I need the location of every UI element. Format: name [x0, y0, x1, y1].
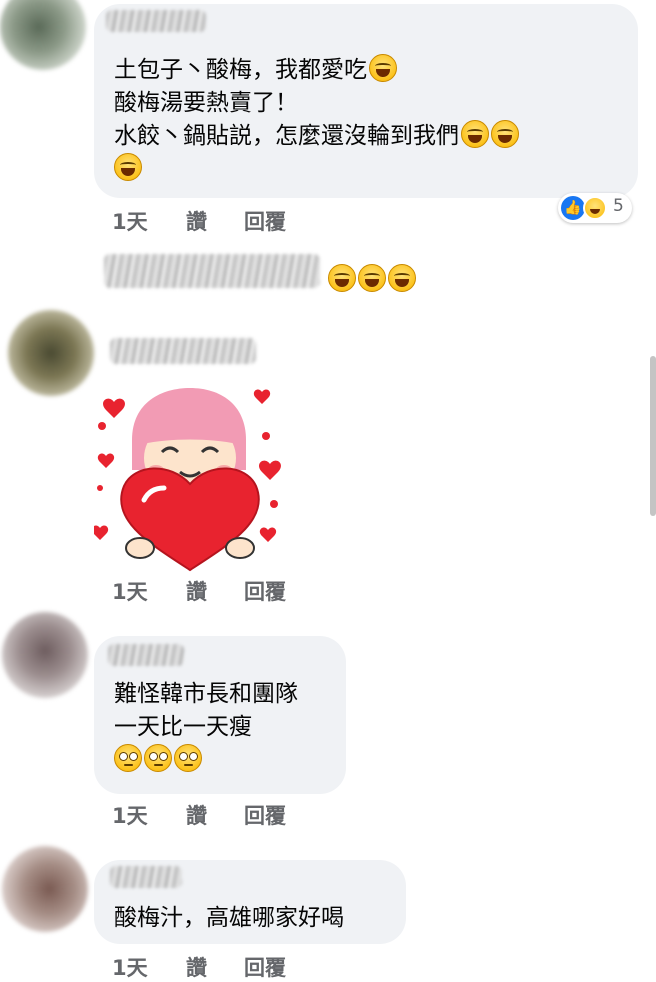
like-button[interactable]: 讚 [186, 952, 207, 982]
face-with-tears-of-joy-icon [369, 54, 397, 82]
comment-line: 一天比一天瘦 [114, 714, 252, 740]
like-icon: 👍 [561, 196, 585, 220]
comment-line [114, 153, 519, 186]
face-with-rolling-eyes-icon [114, 744, 142, 772]
comment-text: 土包子丶酸梅，我都愛吃 酸梅湯要熱賣了！ 水餃丶鍋貼説，怎麼還沒輪到我們 [114, 54, 519, 186]
reply-button[interactable]: 回覆 [244, 800, 286, 830]
face-with-tears-of-joy-icon [114, 153, 142, 181]
commenter-name-redacted[interactable] [110, 338, 256, 364]
comment-line: 難怪韓市長和團隊 [114, 681, 298, 707]
comment-line: 酸梅湯要熱賣了！ [114, 90, 298, 116]
avatar[interactable] [0, 0, 86, 70]
commenter-name-redacted[interactable] [106, 10, 206, 32]
comment-line: 水餃丶鍋貼説，怎麼還沒輪到我們 [114, 120, 519, 153]
comment-bubble: 酸梅汁，高雄哪家好喝 [94, 860, 406, 944]
comment-time[interactable]: 1天 [112, 576, 148, 606]
face-with-tears-of-joy-icon [358, 264, 386, 292]
avatar[interactable] [8, 310, 94, 396]
like-button[interactable]: 讚 [186, 576, 207, 606]
reaction-summary[interactable]: 👍 5 [558, 193, 632, 223]
face-with-rolling-eyes-icon [144, 744, 172, 772]
face-with-tears-of-joy-icon [388, 264, 416, 292]
comment-time[interactable]: 1天 [112, 206, 148, 236]
like-button[interactable]: 讚 [186, 206, 207, 236]
commenter-name-redacted[interactable] [104, 254, 320, 288]
reaction-count: 5 [613, 196, 624, 216]
emoji-row [326, 264, 416, 292]
commenter-name-redacted[interactable] [110, 866, 182, 888]
girl-holding-heart-sticker [94, 388, 281, 572]
comment-text: 酸梅汁，高雄哪家好喝 [114, 902, 344, 935]
comment-time[interactable]: 1天 [112, 952, 148, 982]
scrollbar[interactable] [650, 356, 656, 516]
reply-button[interactable]: 回覆 [244, 576, 286, 606]
comment-bubble: 土包子丶酸梅，我都愛吃 酸梅湯要熱賣了！ 水餃丶鍋貼説，怎麼還沒輪到我們 [94, 4, 638, 198]
comment-time[interactable]: 1天 [112, 800, 148, 830]
face-with-tears-of-joy-icon [328, 264, 356, 292]
avatar[interactable] [2, 612, 88, 698]
face-with-tears-of-joy-icon [491, 120, 519, 148]
face-with-rolling-eyes-icon [174, 744, 202, 772]
commenter-name-redacted[interactable] [108, 644, 184, 666]
comment-line: 酸梅汁，高雄哪家好喝 [114, 905, 344, 931]
comment-bubble: 難怪韓市長和團隊 一天比一天瘦 [94, 636, 346, 794]
reply-button[interactable]: 回覆 [244, 206, 286, 236]
like-button[interactable]: 讚 [186, 800, 207, 830]
comment-line [114, 744, 298, 777]
reply-button[interactable]: 回覆 [244, 952, 286, 982]
haha-icon [583, 196, 607, 220]
comment-line: 土包子丶酸梅，我都愛吃 [114, 54, 519, 87]
face-with-tears-of-joy-icon [461, 120, 489, 148]
avatar[interactable] [2, 846, 88, 932]
comment-text: 難怪韓市長和團隊 一天比一天瘦 [114, 678, 298, 777]
